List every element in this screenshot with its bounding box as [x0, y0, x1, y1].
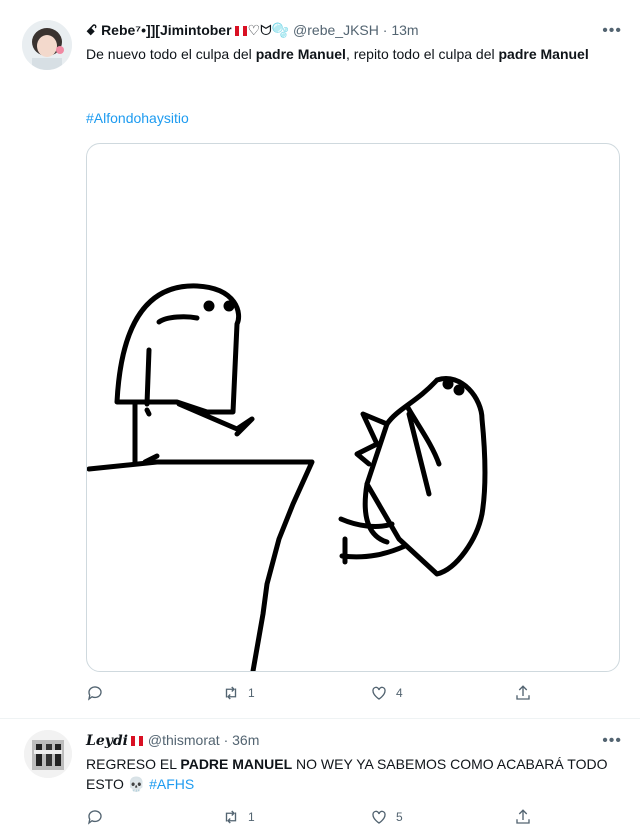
separator: · [219, 732, 233, 748]
hashtag-line: #Alfondohaysitio [86, 108, 189, 128]
more-options-icon[interactable]: ••• [602, 22, 622, 40]
more-options-icon[interactable]: ••• [602, 732, 622, 750]
like-count: 4 [396, 686, 403, 700]
handle[interactable]: @thismorat [148, 732, 220, 748]
like-count: 5 [396, 810, 403, 824]
tweet-text: De nuevo todo el culpa del padre Manuel,… [86, 44, 626, 64]
like-button[interactable]: 5 [370, 808, 403, 826]
tweet-actions: 1 4 [86, 684, 556, 706]
retweet-button[interactable]: 1 [222, 684, 255, 702]
bold-segment: PADRE MANUEL [180, 756, 293, 772]
share-button[interactable] [514, 808, 532, 826]
tweet-header: ꗃ Rebe⁷•]][Jimintober ♡ᗢ🫧 @rebe_JKSH · 13… [86, 22, 419, 39]
retweet-count: 1 [248, 686, 255, 700]
bold-segment: padre Manuel [255, 46, 346, 62]
text-segment: REGRESO EL [86, 756, 181, 772]
drawing-image [87, 283, 488, 671]
bold-segment: padre Manuel [498, 46, 589, 62]
share-icon [516, 685, 530, 700]
name-suffix: ♡ᗢ🫧 [247, 22, 290, 38]
retweet-icon [225, 810, 237, 824]
timestamp[interactable]: 36m [232, 732, 259, 748]
separator: · [378, 22, 392, 38]
text-segment: , repito todo el culpa del [345, 46, 499, 62]
hashtag-link[interactable]: #Alfondohaysitio [86, 110, 189, 126]
tweet-actions: 1 5 [86, 808, 556, 830]
like-button[interactable]: 4 [370, 684, 403, 702]
tweet-header: Leydi @thismorat · 36m [86, 732, 259, 749]
share-button[interactable] [514, 684, 532, 702]
reply-icon [87, 686, 102, 701]
avatar[interactable] [22, 20, 72, 70]
retweet-icon [225, 686, 237, 700]
reply-icon [87, 810, 102, 825]
display-name[interactable]: ꗃ Rebe⁷•]][Jimintober [86, 22, 232, 38]
heart-icon [372, 686, 386, 700]
heart-icon [372, 810, 386, 824]
handle[interactable]: @rebe_JKSH [293, 22, 379, 38]
avatar[interactable] [24, 730, 72, 778]
text-segment: De nuevo todo el culpa del [86, 46, 256, 62]
tweet-media[interactable] [86, 143, 620, 672]
hashtag-link[interactable]: #AFHS [149, 776, 194, 792]
tweet-text: REGRESO EL PADRE MANUEL NO WEY YA SABEMO… [86, 754, 616, 794]
avatar-image [22, 20, 72, 70]
share-icon [516, 809, 530, 824]
peru-flag-icon [131, 736, 143, 747]
skull-icon: 💀 [127, 776, 146, 792]
retweet-button[interactable]: 1 [222, 808, 255, 826]
display-name[interactable]: Leydi [86, 733, 128, 749]
reply-button[interactable] [86, 808, 104, 826]
retweet-count: 1 [248, 810, 255, 824]
peru-flag-icon [234, 26, 247, 37]
tweet-divider [0, 718, 640, 719]
timestamp[interactable]: 13m [391, 22, 418, 38]
reply-button[interactable] [86, 684, 104, 702]
avatar-image [24, 730, 72, 778]
